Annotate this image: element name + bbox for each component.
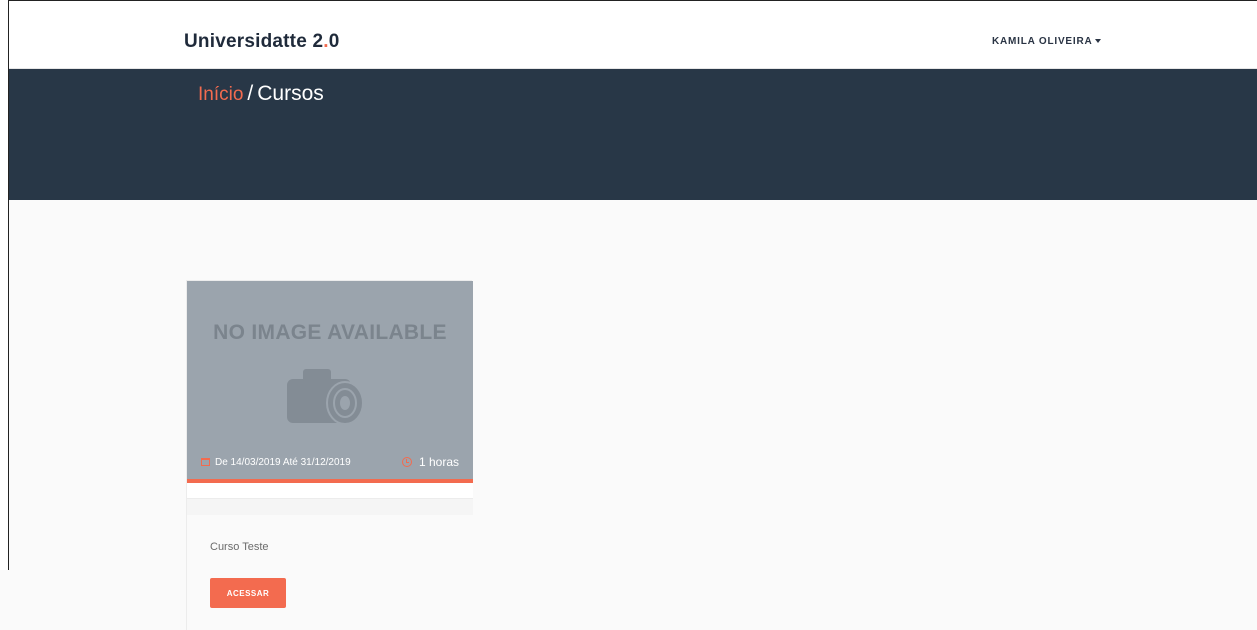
page-frame: Universidatte 2.0 KAMILA OLIVEIRA Início… (0, 0, 1257, 630)
brand-text: Universidatte 2 (184, 31, 324, 52)
access-course-button[interactable]: ACESSAR (210, 578, 286, 608)
course-card-body: Curso Teste ACESSAR (187, 515, 473, 630)
course-duration: 1 horas (401, 455, 459, 469)
brand-version: 0 (328, 31, 340, 52)
date-range-text: De 14/03/2019 Até 31/12/2019 (215, 457, 351, 468)
window-border-left (0, 0, 9, 570)
page-header-banner: Início / Cursos (9, 69, 1257, 200)
brand-logo[interactable]: Universidatte 2.0 (184, 31, 340, 53)
card-divider (187, 483, 473, 499)
breadcrumb-home-link[interactable]: Início (198, 84, 243, 105)
calendar-icon (201, 458, 210, 466)
breadcrumb-separator: / (247, 82, 254, 105)
top-navbar: Universidatte 2.0 KAMILA OLIVEIRA (9, 1, 1257, 69)
course-dates: De 14/03/2019 Até 31/12/2019 (201, 457, 351, 468)
clock-icon (401, 457, 412, 467)
user-name: KAMILA OLIVEIRA (992, 36, 1093, 47)
breadcrumb: Início / Cursos (198, 82, 324, 106)
camera-icon (287, 369, 364, 425)
course-card: NO IMAGE AVAILABLE De 14/03/2019 Até 31/… (186, 280, 473, 630)
course-title: Curso Teste (210, 541, 269, 553)
user-menu-dropdown[interactable]: KAMILA OLIVEIRA (992, 36, 1101, 47)
card-divider-2 (187, 499, 473, 515)
caret-down-icon (1094, 39, 1101, 43)
breadcrumb-current: Cursos (257, 82, 324, 105)
duration-text: 1 horas (418, 455, 459, 469)
course-image-placeholder: NO IMAGE AVAILABLE De 14/03/2019 Até 31/… (187, 281, 473, 481)
no-image-text: NO IMAGE AVAILABLE (213, 321, 447, 344)
